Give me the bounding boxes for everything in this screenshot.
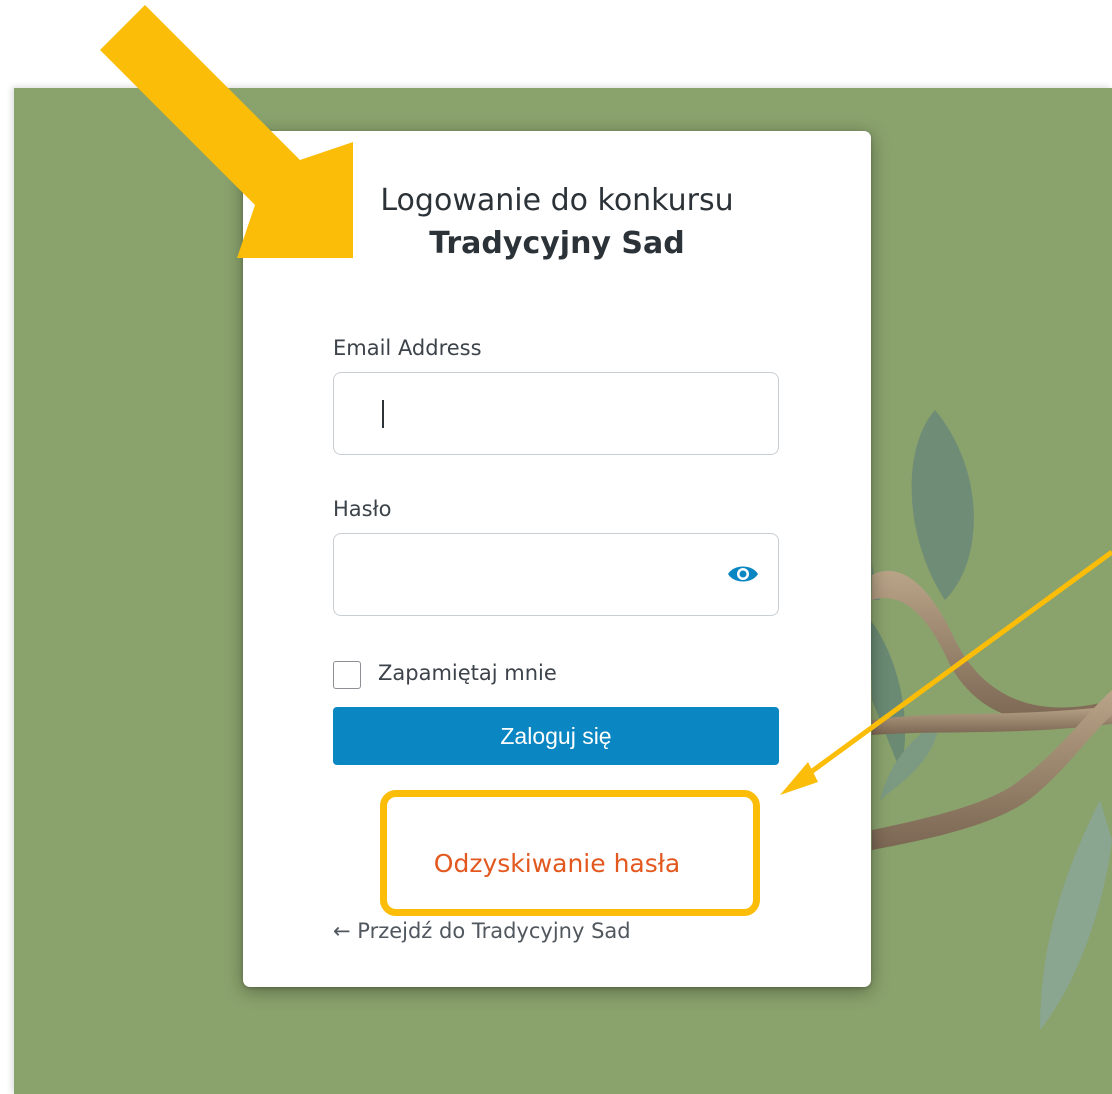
text-cursor [382,400,384,428]
eye-icon[interactable] [726,560,760,588]
site-name: Tradycyjny Sad [429,226,685,261]
back-to-site-link[interactable]: ← Przejdź do Tradycyjny Sad [333,919,631,943]
highlight-box [380,790,760,916]
login-title: Logowanie do konkursu [380,183,734,218]
password-field[interactable] [333,533,779,616]
password-label: Hasło [333,497,392,521]
remember-checkbox[interactable] [333,661,361,689]
login-button[interactable]: Zaloguj się [333,707,779,765]
email-label: Email Address [333,336,482,360]
email-field[interactable] [333,372,779,455]
remember-label[interactable]: Zapamiętaj mnie [378,661,557,685]
